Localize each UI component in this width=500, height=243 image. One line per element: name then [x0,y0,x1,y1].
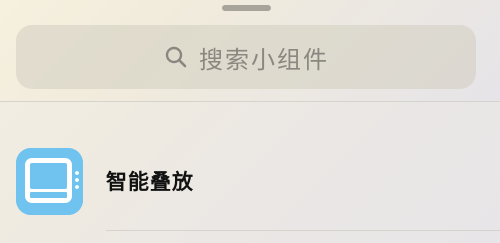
widget-gallery-header: 搜索小组件 [0,0,500,101]
row-divider [106,230,500,231]
search-icon [163,44,189,70]
search-bar[interactable]: 搜索小组件 [16,25,476,89]
search-placeholder: 搜索小组件 [199,45,329,74]
sheet-grabber[interactable] [222,5,271,11]
list-item-smart-stack[interactable]: 智能叠放 [0,102,500,232]
list-item-label: 智能叠放 [106,170,194,194]
smart-stack-icon [16,148,83,215]
